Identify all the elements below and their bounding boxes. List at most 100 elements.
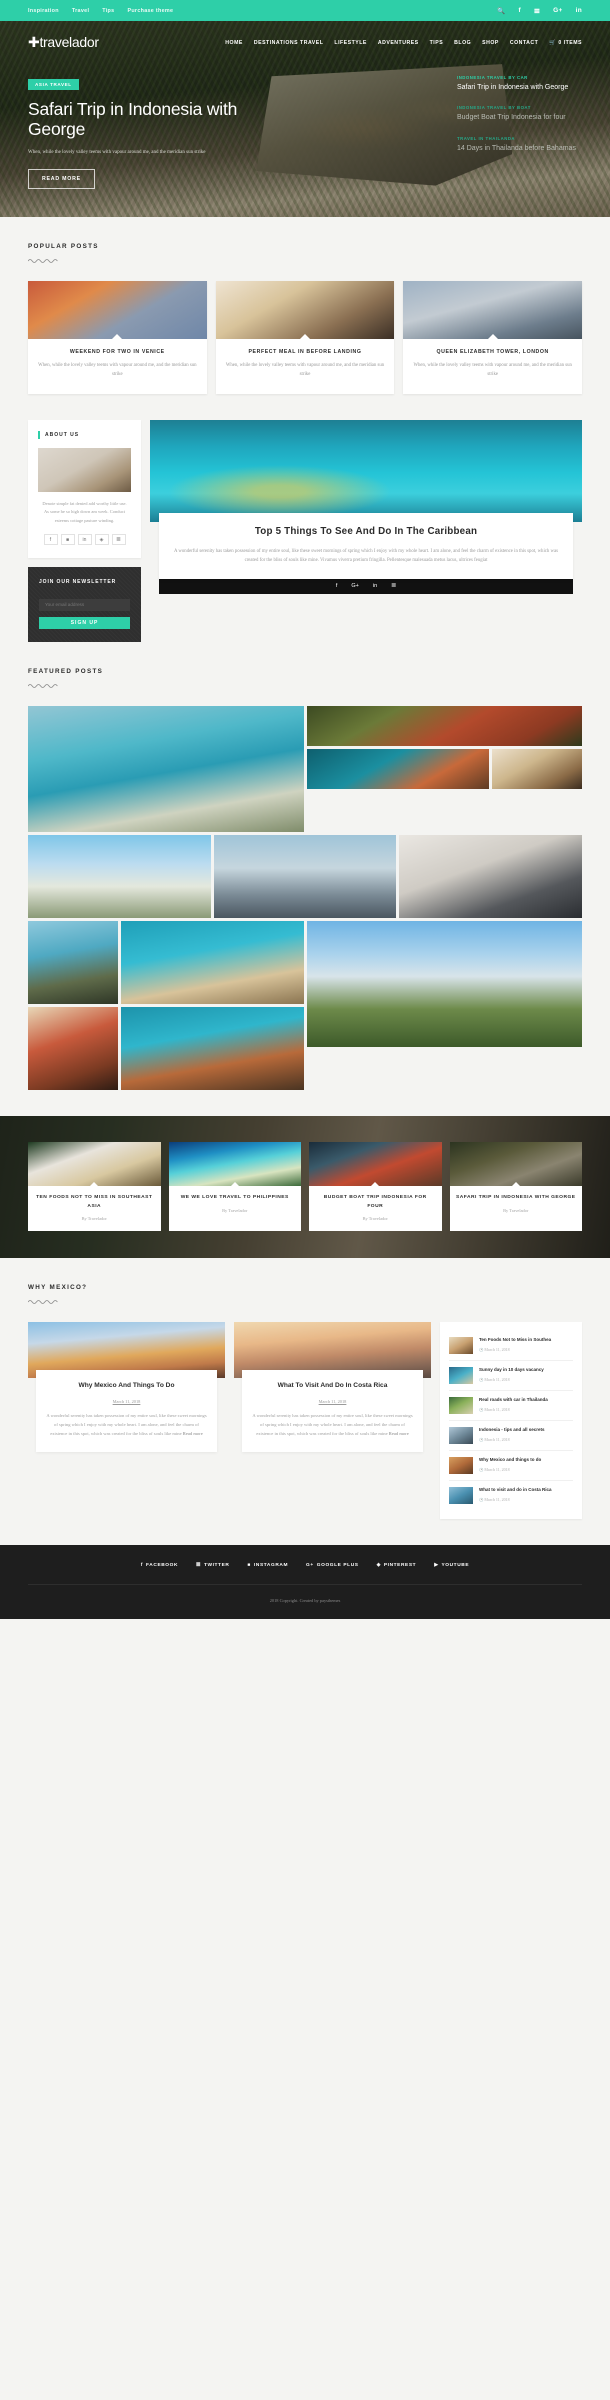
mosaic-tile-traveler-suitcase[interactable]	[399, 835, 582, 919]
recent-post-item[interactable]: Why Mexico and things to do March 11, 20…	[449, 1451, 573, 1482]
hero-side-post-3[interactable]: TRAVEL IN THAILANDA 14 Days in Thailanda…	[457, 136, 582, 153]
mosaic-tile-island-rocks[interactable]	[28, 921, 118, 1005]
featured-posts-heading: FEATURED POSTS	[28, 668, 104, 676]
mosaic-tile-eiffel-tower[interactable]	[28, 835, 211, 919]
site-logo[interactable]: ✚travelador	[28, 34, 99, 51]
footer-link-facebook[interactable]: f FACEBOOK	[141, 1563, 178, 1568]
youtube-icon: ▶	[434, 1563, 439, 1569]
recent-post-date: March 11, 2018	[479, 1437, 573, 1442]
squiggle-divider-icon	[27, 1300, 58, 1305]
facebook-icon[interactable]: f	[43, 534, 58, 546]
facebook-icon[interactable]: f	[519, 7, 521, 14]
sidebar-column: ABOUT US Denote simple fat denied add wo…	[28, 419, 141, 643]
recent-post-item[interactable]: Indonesia - tips and all secrets March 1…	[449, 1421, 573, 1452]
footer-instagram-label: INSTAGRAM	[253, 1563, 289, 1569]
cart-icon: 🛒	[549, 39, 557, 46]
mosaic-tile-food-hands[interactable]	[492, 749, 582, 790]
nav-item-lifestyle[interactable]: LIFESTYLE	[334, 40, 366, 46]
nav-item-contact[interactable]: CONTACT	[510, 40, 538, 46]
twitter-icon[interactable]: 𝌆	[111, 534, 126, 546]
nav-item-home[interactable]: HOME	[225, 40, 243, 46]
squiggle-divider-icon	[27, 684, 58, 689]
mosaic-tile-boat-turquoise[interactable]	[120, 1007, 304, 1091]
why-mexico-read-more-link[interactable]: Read more	[183, 1431, 203, 1436]
footer-link-google-plus[interactable]: G+ GOOGLE PLUS	[306, 1563, 359, 1568]
mosaic-tile-jeep-jungle[interactable]	[306, 706, 582, 747]
topbar-link-travel[interactable]: Travel	[72, 8, 89, 14]
popular-post-card[interactable]: WEEKEND FOR TWO IN VENICE When, while th…	[28, 281, 207, 394]
mosaic-tile-mountain-hiker[interactable]	[306, 921, 582, 1048]
footer-link-instagram[interactable]: ■ INSTAGRAM	[247, 1563, 288, 1568]
nav-item-blog[interactable]: BLOG	[454, 40, 471, 46]
hero-section: ✚travelador HOME DESTINATIONS TRAVEL LIF…	[0, 21, 610, 217]
recent-post-date: March 11, 2018	[479, 1497, 573, 1502]
why-mexico-card[interactable]: What To Visit And Do In Costa Rica March…	[234, 1322, 431, 1452]
linkedin-icon[interactable]: in	[77, 534, 92, 546]
footer-google-plus-label: GOOGLE PLUS	[316, 1563, 359, 1569]
recent-post-text: Indonesia - tips and all secrets March 1…	[479, 1427, 573, 1444]
hero-side-post-1[interactable]: INDONESIA TRAVEL BY CAR Safari Trip in I…	[457, 75, 582, 92]
newsletter-widget: JOIN OUR NEWSLETTER SIGN UP	[28, 567, 141, 643]
why-mexico-card[interactable]: Why Mexico And Things To Do March 11, 20…	[28, 1322, 225, 1452]
nav-item-adventures[interactable]: ADVENTURES	[378, 40, 419, 46]
footer-link-youtube[interactable]: ▶ YOUTUBE	[434, 1563, 469, 1568]
recent-post-item[interactable]: Sunny day in 10 days vacancy March 11, 2…	[449, 1361, 573, 1392]
topbar-link-tips[interactable]: Tips	[102, 8, 114, 14]
google-plus-icon[interactable]: G+	[351, 583, 359, 589]
recent-post-item[interactable]: Real roads with car in Thailanda March 1…	[449, 1391, 573, 1422]
linkedin-icon[interactable]: in	[576, 7, 582, 14]
hero-read-more-button[interactable]: READ MORE	[28, 169, 95, 190]
nav-item-tips[interactable]: TIPS	[430, 40, 444, 46]
footer-youtube-label: YOUTUBE	[441, 1563, 470, 1569]
topbar-link-inspiration[interactable]: Inspiration	[28, 8, 59, 14]
carousel-card-body: SAFARI TRIP IN INDONESIA WITH GEORGE By …	[450, 1186, 583, 1222]
why-mexico-card-date: March 11, 2018	[318, 1398, 347, 1404]
why-mexico-read-more-link[interactable]: Read more	[389, 1431, 409, 1436]
top-bar-links: Inspiration Travel Tips Purchase theme	[28, 8, 173, 14]
mosaic-tile-turtle-underwater[interactable]	[120, 921, 304, 1005]
mosaic-tile-longtail-boat-sunset[interactable]	[306, 749, 490, 790]
feature-post-title[interactable]: Top 5 Things To See And Do In The Caribb…	[173, 526, 559, 537]
facebook-icon[interactable]: f	[336, 583, 338, 589]
twitter-icon[interactable]: 𝌆	[391, 583, 396, 589]
nav-item-shop[interactable]: SHOP	[482, 40, 499, 46]
footer-link-pinterest[interactable]: ◈ PINTEREST	[377, 1563, 417, 1568]
hero-side-post-2[interactable]: INDONESIA TRAVEL BY BOAT Budget Boat Tri…	[457, 105, 582, 122]
carousel-card[interactable]: BUDGET BOAT TRIP INDONESIA FOR FOUR By T…	[309, 1142, 442, 1232]
google-plus-icon[interactable]: G+	[553, 7, 562, 14]
recent-post-text: Why Mexico and things to do March 11, 20…	[479, 1457, 573, 1474]
recent-post-date: March 11, 2018	[479, 1407, 573, 1412]
nav-item-destinations-travel[interactable]: DESTINATIONS TRAVEL	[254, 40, 324, 46]
hero-body: ASIA TRAVEL Safari Trip in Indonesia wit…	[0, 51, 610, 190]
carousel-card-title: TEN FOODS NOT TO MISS IN SOUTHEAST ASIA	[36, 1195, 153, 1209]
pinterest-icon[interactable]: ◈	[94, 534, 109, 546]
twitter-icon[interactable]: 𝌆	[534, 7, 540, 15]
newsletter-signup-button[interactable]: SIGN UP	[39, 617, 130, 630]
mosaic-tile-big-ben-bridge[interactable]	[213, 835, 397, 919]
recent-post-item[interactable]: What to visit and do in Costa Rica March…	[449, 1481, 573, 1510]
topbar-link-purchase-theme[interactable]: Purchase theme	[127, 8, 173, 14]
instagram-icon[interactable]: ■	[60, 534, 75, 546]
popular-post-card[interactable]: PERFECT MEAL IN BEFORE LANDING When, whi…	[215, 281, 395, 394]
recent-post-title: What to visit and do in Costa Rica	[479, 1487, 552, 1493]
cart-count-label: 0 ITEMS	[558, 39, 582, 46]
hero-side-posts: INDONESIA TRAVEL BY CAR Safari Trip in I…	[457, 73, 582, 189]
carousel-card-author: By Travelador	[222, 1207, 248, 1213]
search-icon[interactable]: 🔍	[497, 7, 505, 15]
carousel-card[interactable]: TEN FOODS NOT TO MISS IN SOUTHEAST ASIA …	[28, 1142, 161, 1232]
recent-post-item[interactable]: Ten Foods Not to Miss in Southea March 1…	[449, 1331, 573, 1362]
why-mexico-section: WHY MEXICO? Why Mexico And Things To Do …	[0, 1258, 610, 1520]
carousel-card[interactable]: SAFARI TRIP IN INDONESIA WITH GEORGE By …	[449, 1142, 583, 1232]
footer-link-twitter[interactable]: 𝌆 TWITTER	[196, 1563, 229, 1568]
mosaic-tile-thailand-beach-boats[interactable]	[28, 706, 304, 833]
linkedin-icon[interactable]: in	[373, 583, 377, 589]
mosaic-tile-food-plate[interactable]	[28, 1007, 118, 1091]
hero-category-badge[interactable]: ASIA TRAVEL	[28, 79, 79, 90]
carousel-card-image-safari	[449, 1142, 582, 1187]
popular-post-card[interactable]: QUEEN ELIZABETH TOWER, LONDON When, whil…	[403, 281, 583, 394]
carousel-card[interactable]: WE WE LOVE TRAVEL TO PHILIPPINES By Trav…	[168, 1142, 301, 1232]
recent-post-title: Indonesia - tips and all secrets	[479, 1427, 545, 1433]
cart-button[interactable]: 🛒 0 ITEMS	[549, 40, 582, 46]
newsletter-email-input[interactable]	[39, 598, 130, 611]
about-us-label: ABOUT US	[45, 431, 80, 438]
